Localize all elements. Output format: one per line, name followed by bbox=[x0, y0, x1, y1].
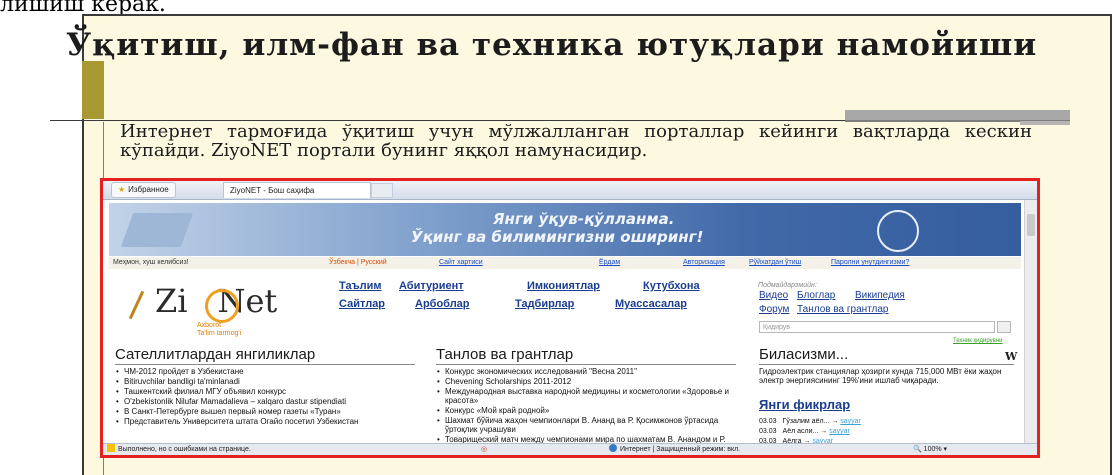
logo-sub-1: Axborot bbox=[197, 322, 222, 329]
nav-institutions[interactable]: Муассасалар bbox=[615, 298, 687, 310]
slide-body-text: Интернет тармоғида ўқитиш учун мўлжаллан… bbox=[120, 121, 1032, 161]
security-icon: ◎ bbox=[481, 446, 488, 453]
book-icon bbox=[120, 213, 194, 247]
favorites-label: Избранное bbox=[128, 185, 169, 194]
comment-text: Гўзалим аёл... bbox=[782, 418, 830, 425]
tab-ziyonet[interactable]: ZiyoNET - Бош саҳифа bbox=[223, 182, 371, 198]
news-title: Сателлитлардан янгиликлар bbox=[115, 346, 316, 363]
scrollbar-thumb[interactable] bbox=[1027, 214, 1035, 236]
comment-row[interactable]: 03.03 Аёл асли... → sayyar bbox=[759, 428, 850, 435]
comment-row[interactable]: 03.03 Гўзалим аёл... → sayyar bbox=[759, 418, 861, 425]
popular-wikipedia[interactable]: Википедия bbox=[855, 290, 905, 301]
link-sitemap[interactable]: Сайт хартиси bbox=[439, 257, 483, 269]
list-item[interactable]: Chevening Scholarships 2011-2012 bbox=[436, 377, 736, 386]
banner-logo-icon bbox=[877, 210, 919, 252]
greeting: Меҳмон, хуш келибсиз! bbox=[113, 259, 189, 266]
logo-ring-icon bbox=[205, 289, 239, 323]
new-tab-button[interactable] bbox=[371, 183, 393, 198]
slide-accent-bar bbox=[82, 61, 104, 119]
link-register[interactable]: Рўйхатдан ўтиш bbox=[749, 257, 801, 269]
banner-line-1: Янги ўқув-қўлланма. bbox=[493, 210, 675, 228]
nav-events[interactable]: Тадбирлар bbox=[515, 298, 574, 310]
list-item[interactable]: Международная выставка народной медицины… bbox=[436, 387, 736, 405]
browser-status-bar: Выполнено, но с ошибками на странице. ◎ … bbox=[103, 443, 1037, 455]
site-banner[interactable]: Янги ўқув-қўлланма. Ўқинг ва билимингизн… bbox=[109, 203, 1021, 256]
news-title-underline bbox=[115, 364, 415, 365]
nav-applicant[interactable]: Абитуриент bbox=[399, 280, 464, 292]
popular-blogs[interactable]: Блоглар bbox=[797, 290, 835, 301]
list-item[interactable]: Шахмат бўйича жаҳон чемпионлари В. Ананд… bbox=[436, 416, 736, 434]
list-item[interactable]: Bitiruvchilar bandligi ta'minlanadi bbox=[115, 377, 415, 386]
comment-author[interactable]: sayyar bbox=[829, 428, 850, 435]
did-you-know-underline bbox=[759, 364, 1014, 365]
browser-tab-bar: ★ Избранное ZiyoNET - Бош саҳифа bbox=[103, 181, 1037, 200]
link-help[interactable]: Ёрдам bbox=[599, 257, 620, 269]
nav-sites[interactable]: Сайтлар bbox=[339, 298, 385, 310]
list-item[interactable]: В Санкт-Петербурге вышел первый номер га… bbox=[115, 407, 415, 416]
search-button[interactable] bbox=[997, 321, 1011, 333]
popular-label: Подмайдарэмийн: bbox=[758, 282, 817, 289]
comments-title[interactable]: Янги фикрлар bbox=[759, 397, 850, 412]
search-input[interactable]: Қидирув bbox=[759, 321, 995, 333]
zoom-level: 100% bbox=[923, 446, 942, 453]
nav-opportunities[interactable]: Имкониятлар bbox=[527, 280, 600, 292]
tech-search-link[interactable]: Техник қидирувни bbox=[953, 338, 1002, 344]
status-internet-text: Интернет | Защищенный режим: вкл. bbox=[620, 446, 741, 453]
logo-subtitle: Axborot Ta'lim tarmog'i bbox=[197, 322, 241, 338]
browser-screenshot: ★ Избранное ZiyoNET - Бош саҳифа Янги ўқу… bbox=[100, 178, 1040, 458]
nav-education[interactable]: Таълим bbox=[339, 280, 381, 292]
comment-author[interactable]: sayyar bbox=[840, 418, 861, 425]
pen-icon bbox=[128, 290, 145, 320]
logo-sub-2: Ta'lim tarmog'i bbox=[197, 330, 242, 337]
popular-video[interactable]: Видео bbox=[759, 290, 788, 301]
favorites-button[interactable]: ★ Избранное bbox=[111, 182, 176, 198]
list-item[interactable]: Конкурс экономических исследований "Весн… bbox=[436, 367, 736, 376]
nav-figures[interactable]: Арбоблар bbox=[415, 298, 470, 310]
list-item[interactable]: Ташкентский филиал МГУ объявил конкурс bbox=[115, 387, 415, 396]
grants-title-underline bbox=[436, 364, 736, 365]
star-icon: ★ bbox=[118, 185, 126, 194]
wikipedia-icon: W bbox=[1005, 350, 1018, 363]
grants-title: Танлов ва грантлар bbox=[436, 346, 574, 363]
news-list: ЧМ-2012 пройдет в Узбекистане Bitiruvchi… bbox=[115, 367, 415, 427]
list-item[interactable]: Конкурс «Мой край родной» bbox=[436, 406, 736, 415]
popular-grants[interactable]: Танлов ва грантлар bbox=[797, 304, 889, 315]
status-message[interactable]: Выполнено, но с ошибками на странице. bbox=[107, 444, 251, 455]
did-you-know-text: Гидроэлектрик станциялар ҳозирги кунда 7… bbox=[759, 367, 1002, 385]
popular-forum[interactable]: Форум bbox=[759, 304, 789, 315]
link-forgot-password[interactable]: Паролни унутдингизми? bbox=[831, 257, 909, 269]
grants-list: Конкурс экономических исследований "Весн… bbox=[436, 367, 736, 454]
zoom-control[interactable]: 🔍 100% ▾ bbox=[913, 444, 947, 455]
page-viewport: Янги ўқув-қўлланма. Ўқинг ва билимингизн… bbox=[103, 200, 1037, 453]
list-item[interactable]: O'zbekistonlik Nilufar Mamadalieva – xal… bbox=[115, 397, 415, 406]
banner-line-2: Ўқинг ва билимингизни оширинг! bbox=[411, 228, 704, 246]
list-item[interactable]: Представитель Университета штата Огайо п… bbox=[115, 417, 415, 426]
status-text: Выполнено, но с ошибками на странице. bbox=[118, 446, 251, 453]
slide-title: Ўқитиш, илм-фан ва техника ютуқлари намо… bbox=[66, 27, 1038, 63]
link-login[interactable]: Авторизация bbox=[683, 257, 725, 269]
comment-text: Аёл асли... bbox=[782, 428, 819, 435]
logo-text-left: Zi bbox=[155, 282, 188, 320]
nav-library[interactable]: Кутубхона bbox=[643, 280, 700, 292]
comment-date: 03.03 bbox=[759, 418, 777, 425]
ziyonet-logo[interactable]: Zi Net Axborot Ta'lim tarmog'i bbox=[109, 278, 281, 340]
site-top-links: Меҳмон, хуш келибсиз! Ўзбекча | Русский … bbox=[109, 257, 1021, 269]
status-internet-zone: Интернет | Защищенный режим: вкл. bbox=[609, 444, 741, 455]
globe-icon bbox=[609, 444, 617, 452]
comment-date: 03.03 bbox=[759, 428, 777, 435]
warning-icon bbox=[107, 444, 115, 452]
language-switch[interactable]: Ўзбекча | Русский bbox=[329, 257, 387, 269]
list-item[interactable]: ЧМ-2012 пройдет в Узбекистане bbox=[115, 367, 415, 376]
did-you-know-title: Биласизми... bbox=[759, 346, 849, 363]
zoom-icon: 🔍 bbox=[913, 446, 922, 453]
vertical-scrollbar[interactable] bbox=[1024, 200, 1037, 443]
